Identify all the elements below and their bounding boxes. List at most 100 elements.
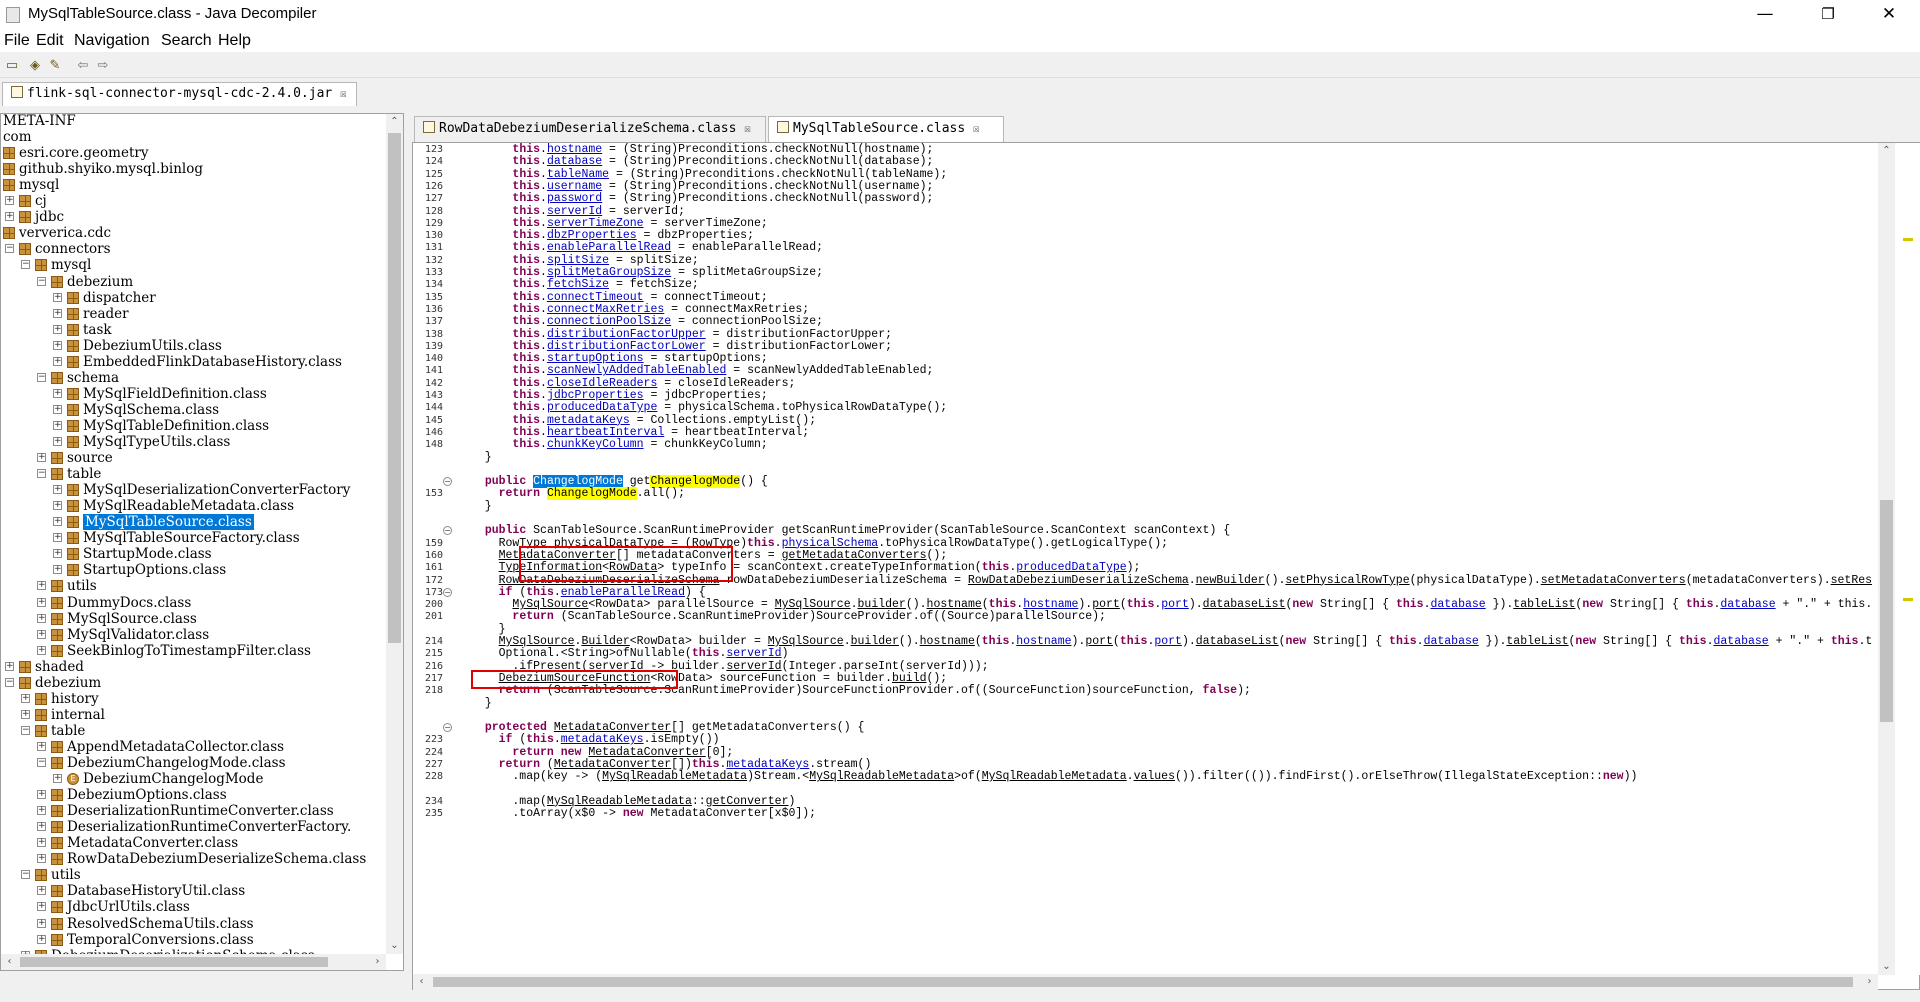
scroll-right-icon[interactable]: › [369, 954, 386, 970]
package-icon [51, 371, 63, 384]
collapse-icon[interactable]: − [37, 372, 46, 382]
fold-icon[interactable]: − [443, 477, 452, 487]
minimize-button[interactable]: — [1742, 0, 1788, 30]
expand-icon[interactable]: + [53, 308, 62, 318]
open-hierarchy-icon[interactable]: ✎ [46, 57, 64, 75]
expand-icon[interactable]: + [37, 822, 46, 832]
open-type-icon[interactable]: ◈ [26, 57, 44, 75]
menu-search[interactable]: Search [161, 32, 212, 50]
scroll-down-icon[interactable]: ⌄ [1878, 959, 1895, 975]
tree-item-label: table [67, 466, 102, 483]
scroll-down-icon[interactable]: ⌄ [386, 938, 403, 954]
expand-icon[interactable]: + [37, 918, 46, 928]
expand-icon[interactable]: + [53, 340, 62, 350]
expand-icon[interactable]: + [53, 324, 62, 334]
expand-icon[interactable]: + [53, 420, 62, 430]
code-line[interactable]: } [471, 696, 492, 711]
tab-close-icon[interactable]: ☒ [340, 87, 347, 100]
expand-icon[interactable]: + [37, 806, 46, 816]
tab-mysqltablesource[interactable]: MySqlTableSource.class ☒ [768, 116, 1004, 142]
collapse-icon[interactable]: − [5, 244, 14, 254]
tab-close-icon[interactable]: ☒ [973, 122, 980, 135]
occurrence-marker[interactable] [1903, 238, 1913, 241]
tree-horizontal-thumb[interactable] [20, 957, 328, 967]
collapse-icon[interactable]: − [37, 469, 46, 479]
package-icon [3, 227, 15, 240]
expand-icon[interactable]: + [37, 645, 46, 655]
menu-file[interactable]: File [4, 32, 30, 50]
expand-icon[interactable]: + [53, 485, 62, 495]
scroll-left-icon[interactable]: ‹ [1, 954, 18, 970]
code-line[interactable]: return (ScanTableSource.ScanRuntimeProvi… [471, 609, 1106, 624]
occurrence-marker[interactable] [1903, 598, 1913, 601]
tree-vertical-thumb[interactable] [388, 133, 401, 643]
tree-item-label: MySqlTableDefinition.class [83, 417, 270, 434]
expand-icon[interactable]: + [37, 597, 46, 607]
expand-icon[interactable]: + [37, 886, 46, 896]
tree-item-label: MySqlFieldDefinition.class [83, 385, 267, 402]
scroll-left-icon[interactable]: ‹ [413, 974, 430, 990]
fold-icon[interactable]: − [443, 526, 452, 536]
code-line[interactable]: } [471, 499, 492, 514]
expand-icon[interactable]: + [53, 774, 62, 784]
collapse-icon[interactable]: − [37, 758, 46, 767]
expand-icon[interactable]: + [53, 356, 62, 366]
expand-icon[interactable]: + [53, 533, 62, 543]
collapse-icon[interactable]: − [21, 725, 30, 735]
collapse-icon[interactable]: − [21, 260, 30, 270]
code-line[interactable]: } [471, 450, 492, 465]
fold-icon[interactable]: − [443, 723, 452, 733]
expand-icon[interactable]: + [53, 565, 62, 575]
back-icon[interactable]: ⇦ [74, 57, 92, 75]
expand-icon[interactable]: + [5, 196, 14, 206]
menu-navigation[interactable]: Navigation [74, 32, 150, 50]
package-icon [67, 484, 79, 497]
open-file-icon[interactable]: ▭ [3, 57, 21, 75]
collapse-icon[interactable]: − [21, 870, 30, 880]
package-icon [51, 757, 63, 769]
code-editor[interactable]: 123 124 125 126 127 128 129 130 131 132 133 134 135 1… [412, 142, 1920, 990]
expand-icon[interactable]: + [53, 292, 62, 302]
scroll-up-icon[interactable]: ⌃ [386, 114, 403, 130]
forward-icon[interactable]: ⇨ [94, 57, 112, 75]
expand-icon[interactable]: + [37, 838, 46, 848]
menu-edit[interactable]: Edit [36, 32, 64, 50]
menu-help[interactable]: Help [218, 32, 251, 50]
expand-icon[interactable]: + [37, 581, 46, 591]
highlight-box-changelogmode [519, 546, 733, 582]
tab-close-icon[interactable]: ☒ [744, 122, 751, 135]
code-line[interactable]: this.chunkKeyColumn = chunkKeyColumn; [471, 437, 767, 452]
expand-icon[interactable]: + [53, 549, 62, 559]
restore-button[interactable]: ❐ [1805, 0, 1851, 30]
expand-icon[interactable]: + [53, 501, 62, 511]
expand-icon[interactable]: + [53, 437, 62, 446]
expand-icon[interactable]: + [37, 790, 46, 800]
code-line[interactable]: .map(key -> (MySqlReadableMetadata)Strea… [471, 769, 1637, 784]
expand-icon[interactable]: + [37, 613, 46, 623]
expand-icon[interactable]: + [5, 661, 14, 671]
expand-icon[interactable]: + [37, 934, 46, 944]
fold-icon[interactable]: − [443, 587, 452, 597]
editor-vertical-thumb[interactable] [1880, 500, 1893, 722]
close-button[interactable]: ✕ [1866, 0, 1912, 30]
expand-icon[interactable]: + [37, 902, 46, 912]
code-line[interactable]: .toArray(x$0 -> new MetadataConverter[x$… [471, 806, 816, 821]
scroll-up-icon[interactable]: ⌃ [1878, 143, 1895, 159]
expand-icon[interactable]: + [37, 741, 46, 751]
code-line[interactable]: return ChangelogMode.all(); [471, 486, 685, 501]
tab-jar[interactable]: flink-sql-connector-mysql-cdc-2.4.0.jar … [2, 82, 357, 106]
expand-icon[interactable]: + [37, 453, 46, 463]
tab-rowdata-schema[interactable]: RowDataDebeziumDeserializeSchema.class ☒ [414, 116, 766, 142]
expand-icon[interactable]: + [21, 709, 30, 719]
expand-icon[interactable]: + [37, 854, 46, 864]
expand-icon[interactable]: + [21, 693, 30, 703]
collapse-icon[interactable]: − [5, 677, 14, 687]
collapse-icon[interactable]: − [37, 276, 46, 286]
editor-horizontal-thumb[interactable] [433, 977, 1853, 987]
scroll-right-icon[interactable]: › [1861, 974, 1878, 990]
expand-icon[interactable]: + [5, 212, 14, 222]
expand-icon[interactable]: + [53, 517, 62, 527]
expand-icon[interactable]: + [53, 404, 62, 414]
expand-icon[interactable]: + [53, 388, 62, 398]
expand-icon[interactable]: + [37, 629, 46, 639]
